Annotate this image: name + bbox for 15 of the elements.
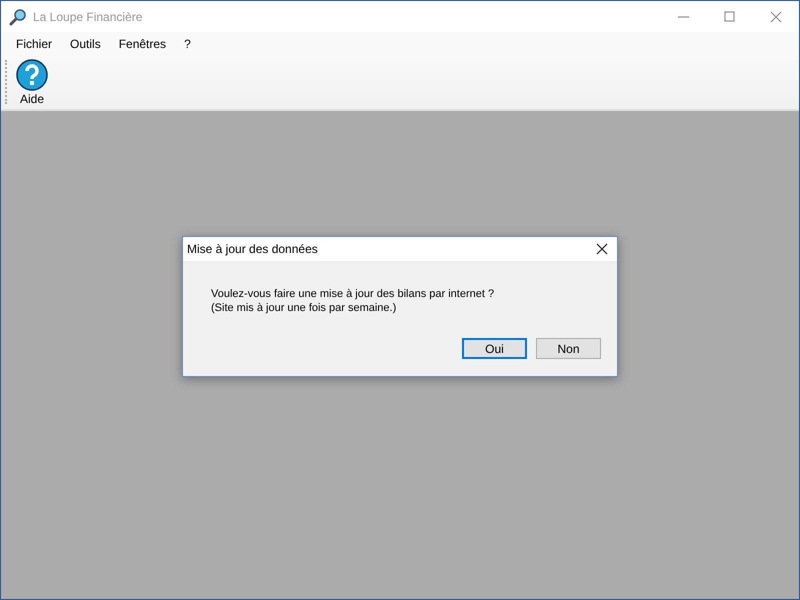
dialog-button[interactable]: Oui <box>462 338 527 359</box>
message-text: (Site mis à jour une fois par semaine.) <box>211 301 398 315</box>
window-title: La Loupe Financière <box>33 10 142 24</box>
menu-item[interactable]: ? <box>175 36 200 50</box>
menu-item[interactable]: Outils <box>61 36 110 50</box>
message-text: Voulez-vous faire une mise à jour des bilans par internet ? <box>211 287 496 301</box>
dialog-button[interactable]: Non <box>536 338 601 359</box>
menu-item[interactable]: Fichier <box>7 36 62 50</box>
maximize-icon[interactable] <box>724 10 736 22</box>
menu-item[interactable]: Fenêtres <box>110 36 176 50</box>
help-button[interactable]: Aide <box>14 56 50 108</box>
magnifier-icon <box>9 8 27 26</box>
close-icon[interactable] <box>596 243 608 255</box>
question-mark-icon <box>16 58 48 90</box>
dialog-title: Mise à jour des données <box>187 242 318 256</box>
